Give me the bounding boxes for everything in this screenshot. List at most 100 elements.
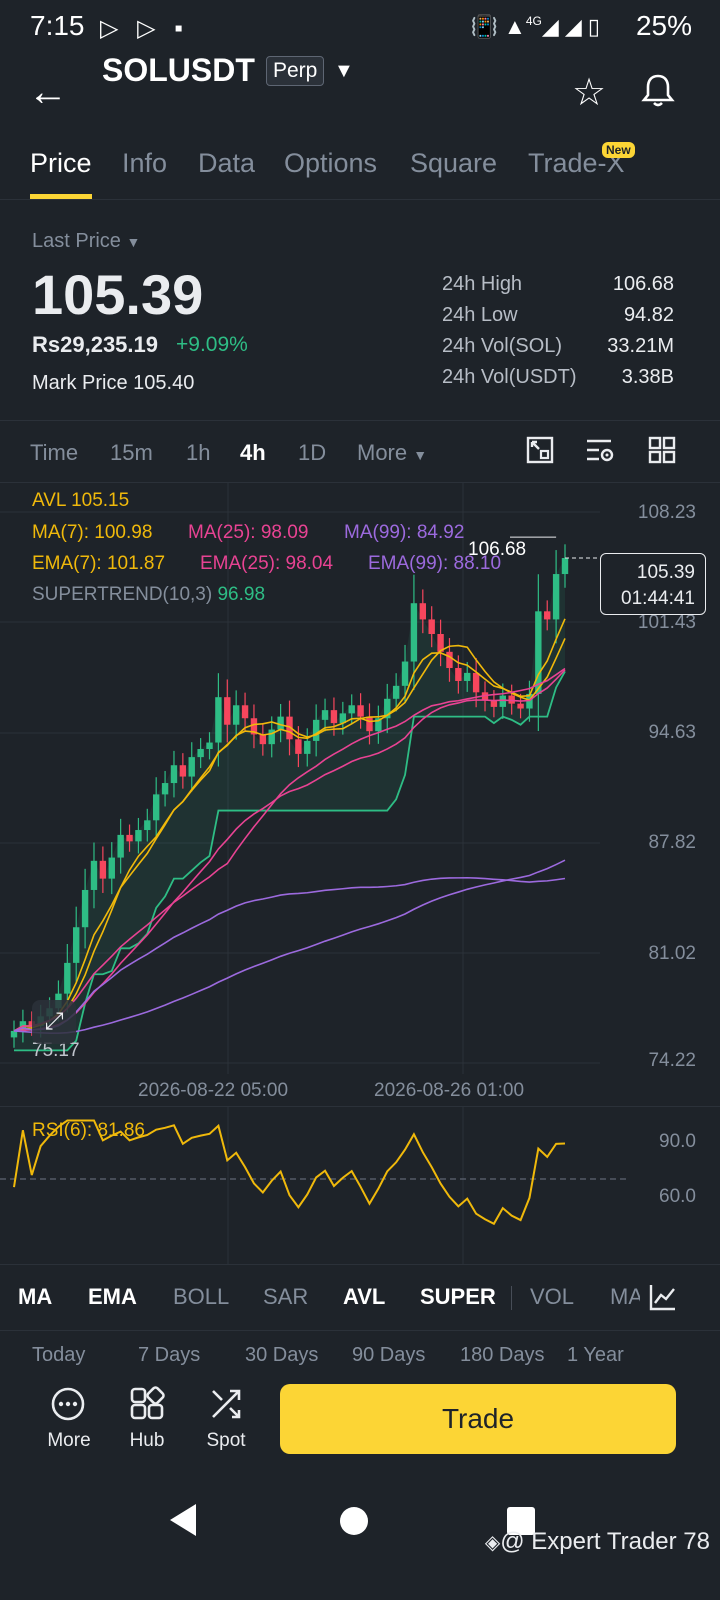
candle-body	[321, 710, 329, 720]
bell-icon[interactable]	[640, 72, 676, 113]
more-label[interactable]: More	[29, 1430, 109, 1452]
back-arrow-icon[interactable]: ←	[28, 70, 68, 115]
indicator-avl[interactable]: AVL	[343, 1284, 385, 1310]
chevron-down-icon: ▼	[413, 447, 428, 463]
indicator-ma[interactable]: MA	[18, 1284, 52, 1310]
legend-avl: AVL 105.15	[32, 490, 130, 511]
candle-body	[206, 742, 213, 750]
candle-body	[544, 611, 551, 620]
candle-body	[490, 700, 498, 707]
more-icon[interactable]	[50, 1386, 86, 1427]
range-7-days[interactable]: 7 Days	[138, 1344, 200, 1367]
range-180-days[interactable]: 180 Days	[460, 1344, 545, 1367]
range-1-year[interactable]: 1 Year	[567, 1344, 624, 1367]
chevron-down-icon[interactable]: ▼	[334, 60, 354, 83]
stat-label: 24h Vol(SOL)	[442, 335, 563, 357]
price-axis-label: 108.23	[637, 502, 696, 523]
candle-body	[366, 716, 373, 732]
candle-body	[472, 672, 480, 693]
expand-icon[interactable]: ⤢	[32, 1000, 76, 1044]
candle-body	[357, 705, 364, 717]
supertrend-band	[14, 558, 565, 1051]
new-badge: New	[602, 142, 635, 158]
legend-ema7: EMA(7): 101.87	[32, 553, 166, 574]
range-30-days[interactable]: 30 Days	[245, 1344, 318, 1367]
price-axis-label: 81.02	[648, 943, 696, 964]
star-icon[interactable]: ☆	[572, 70, 606, 115]
current-price: 105.39	[636, 562, 695, 583]
indicator-super[interactable]: SUPER	[420, 1284, 496, 1310]
tab-data[interactable]: Data	[198, 148, 255, 179]
stat-label: 24h Low	[442, 304, 518, 326]
date-label: 2026-08-26 01:00	[374, 1080, 525, 1101]
spot-label[interactable]: Spot	[186, 1430, 266, 1452]
candle-body	[232, 705, 240, 725]
price-change: +9.09%	[176, 333, 248, 356]
tab-price[interactable]: Price	[30, 148, 92, 179]
candle-body	[188, 757, 195, 777]
indicator-macd[interactable]: MA	[610, 1284, 643, 1310]
stat-value: 106.68	[612, 273, 674, 295]
indicator-boll[interactable]: BOLL	[173, 1284, 229, 1310]
rsi-axis-label: 90.0	[659, 1131, 696, 1152]
price-axis-label: 74.22	[648, 1050, 696, 1071]
last-price: 105.39	[32, 263, 204, 326]
candle-body	[410, 603, 418, 662]
main-tabs: Price Info Data Options Square Trade-X N…	[0, 140, 720, 200]
fullscreen-chart-icon[interactable]	[526, 436, 554, 469]
candle-body	[152, 794, 160, 821]
indicator-ema[interactable]: EMA	[88, 1284, 137, 1310]
stat-label: 24h High	[442, 273, 523, 295]
candle-body	[295, 739, 302, 754]
price-axis-label: 101.43	[637, 612, 696, 633]
interval-1h[interactable]: 1h	[186, 440, 210, 466]
interval-4h[interactable]: 4h	[240, 440, 266, 466]
rsi-label: RSI(6): 81.86	[32, 1120, 145, 1141]
candle-body	[552, 574, 560, 620]
candle-body	[10, 1030, 18, 1038]
last-price-label[interactable]: Last Price ▼	[32, 230, 140, 253]
stat-value: 3.38B	[621, 366, 674, 388]
spot-icon[interactable]	[208, 1386, 244, 1427]
interval-time[interactable]: Time	[30, 440, 78, 466]
hub-icon[interactable]	[129, 1386, 165, 1427]
indicator-vol[interactable]: VOL	[530, 1284, 574, 1310]
range-90-days[interactable]: 90 Days	[352, 1344, 425, 1367]
interval-more[interactable]: More ▼	[357, 440, 427, 466]
candle-body	[348, 705, 355, 714]
tab-square[interactable]: Square	[410, 148, 497, 179]
candle-body	[144, 820, 151, 831]
tab-options[interactable]: Options	[284, 148, 377, 179]
candle-body	[561, 558, 569, 575]
legend-ma99: MA(99): 84.92	[344, 522, 465, 543]
price-axis-label: 87.82	[648, 832, 696, 853]
candle-body	[73, 927, 80, 963]
nav-home-icon[interactable]	[339, 1506, 369, 1541]
candle-body	[312, 719, 320, 741]
chart-settings-icon[interactable]	[585, 436, 615, 469]
stat-value: 94.82	[623, 304, 674, 326]
nav-back-icon[interactable]	[166, 1500, 198, 1545]
symbol-title[interactable]: SOLUSDT	[102, 52, 255, 89]
trade-button[interactable]: Trade	[280, 1384, 676, 1454]
candle-body	[126, 834, 133, 842]
candle-body	[392, 685, 400, 699]
indicator-settings-button[interactable]	[640, 1274, 720, 1320]
interval-1d[interactable]: 1D	[298, 440, 326, 466]
interval-15m[interactable]: 15m	[110, 440, 153, 466]
active-tab-indicator	[30, 194, 92, 199]
grid-layout-icon[interactable]	[648, 436, 676, 469]
tab-info[interactable]: Info	[122, 148, 167, 179]
candle-body	[64, 962, 71, 994]
hub-label[interactable]: Hub	[107, 1430, 187, 1452]
candle-body	[197, 749, 204, 758]
candle-body	[419, 603, 427, 620]
chevron-down-icon: ▼	[126, 234, 141, 250]
indicator-sar[interactable]: SAR	[263, 1284, 308, 1310]
legend-ma25: MA(25): 98.09	[188, 522, 309, 543]
range-today[interactable]: Today	[32, 1344, 85, 1367]
notification-icons: ▷ ▷ ▪	[100, 15, 189, 42]
price-axis-label: 94.63	[648, 722, 696, 743]
high-marker: 106.68	[468, 539, 527, 560]
candle-body	[170, 765, 178, 784]
